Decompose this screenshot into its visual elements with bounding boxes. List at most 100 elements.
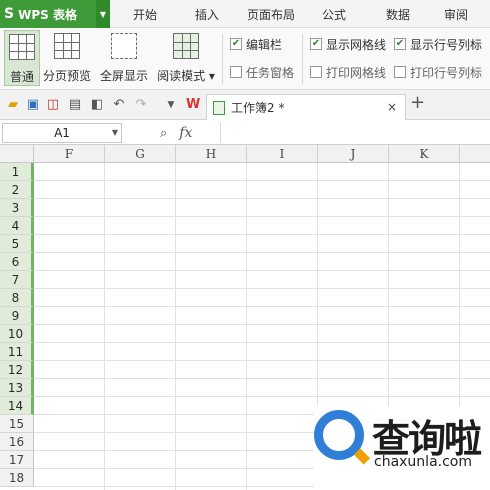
row-header[interactable]: 3 (0, 199, 34, 217)
chevron-down-icon[interactable]: ▼ (112, 124, 118, 142)
row-header[interactable]: 1 (0, 163, 34, 181)
column-header[interactable]: L (460, 145, 490, 163)
full-screen-label: 全屏显示 (99, 69, 148, 83)
document-tab[interactable]: 工作簿2 * × (206, 94, 406, 120)
show-gridlines-checkbox[interactable]: ✔ 显示网格线 (310, 36, 386, 52)
row-header[interactable]: 10 (0, 325, 34, 343)
grid-row-line (34, 252, 490, 253)
show-headings-checkbox[interactable]: ✔ 显示行号列标 (394, 36, 482, 52)
grid-row-line (34, 360, 490, 361)
grid-row-line (34, 288, 490, 289)
grid-column-line (175, 163, 176, 490)
print-preview-icon[interactable]: ◧ (90, 98, 104, 112)
new-tab-icon[interactable]: + (410, 94, 425, 112)
column-header[interactable]: F (34, 145, 105, 163)
tab-formulas[interactable]: 公式 (314, 0, 354, 28)
task-pane-checkbox[interactable]: 任务窗格 (230, 64, 294, 80)
formula-input[interactable] (220, 123, 488, 143)
formula-bar-checkbox[interactable]: ✔ 编辑栏 (230, 36, 282, 52)
name-box[interactable]: A1 ▼ (2, 123, 122, 143)
tab-review[interactable]: 审阅 (436, 0, 476, 28)
checkbox-empty-icon (230, 66, 242, 78)
formula-bar-label: 编辑栏 (246, 37, 283, 52)
tab-insert[interactable]: 插入 (184, 0, 230, 28)
normal-view-button[interactable]: 普通 (4, 30, 40, 86)
grid-row-line (34, 324, 490, 325)
row-header[interactable]: 5 (0, 235, 34, 253)
grid-row-line (34, 180, 490, 181)
export-pdf-icon[interactable]: ◫ (46, 98, 60, 112)
row-header[interactable]: 7 (0, 271, 34, 289)
close-tab-icon[interactable]: × (387, 100, 397, 114)
grid-row-line (34, 396, 490, 397)
reading-mode-icon (173, 33, 199, 59)
wps-home-icon[interactable]: W (186, 98, 200, 112)
grid-row-line (34, 270, 490, 271)
watermark: 查询啦 chaxunla.com (314, 406, 490, 490)
menu-bar: S WPS 表格 ▼ 开始 插入 页面布局 公式 数据 审阅 (0, 0, 490, 28)
row-header[interactable]: 12 (0, 361, 34, 379)
open-folder-icon[interactable]: ▰ (6, 98, 20, 112)
customize-toolbar-icon[interactable]: ▼ (164, 98, 178, 112)
ribbon-divider (222, 34, 223, 84)
row-header[interactable]: 14 (0, 397, 34, 415)
row-header[interactable]: 6 (0, 253, 34, 271)
grid-column-line (104, 163, 105, 490)
name-box-value: A1 (54, 126, 70, 140)
wps-logo-icon: S (4, 6, 15, 22)
row-header[interactable]: 17 (0, 451, 34, 469)
formula-bar: A1 ▼ ⌕ fx (0, 121, 490, 145)
column-header[interactable]: H (176, 145, 247, 163)
tab-page-layout[interactable]: 页面布局 (240, 0, 302, 28)
row-header[interactable]: 9 (0, 307, 34, 325)
spreadsheet-file-icon (213, 100, 225, 115)
row-header[interactable]: 8 (0, 289, 34, 307)
full-screen-button[interactable]: 全屏显示 (98, 30, 150, 86)
grid-row-line (34, 378, 490, 379)
row-header[interactable]: 4 (0, 217, 34, 235)
app-menu-button[interactable]: S WPS 表格 (0, 0, 96, 28)
grid-row-line (34, 216, 490, 217)
checkbox-empty-icon (310, 66, 322, 78)
page-break-preview-label: 分页预览 (42, 69, 91, 83)
reading-mode-button[interactable]: 阅读模式 ▾ (156, 30, 216, 86)
reading-mode-label: 阅读模式 ▾ (157, 69, 215, 83)
column-header[interactable]: I (247, 145, 318, 163)
column-header[interactable]: K (389, 145, 460, 163)
undo-icon[interactable]: ↶ (112, 98, 126, 112)
tab-data[interactable]: 数据 (378, 0, 418, 28)
check-icon: ✔ (394, 38, 406, 50)
grid-row-line (34, 342, 490, 343)
tab-home[interactable]: 开始 (122, 0, 168, 28)
row-header[interactable]: 2 (0, 181, 34, 199)
row-header[interactable]: 11 (0, 343, 34, 361)
print-icon[interactable]: ▤ (68, 98, 82, 112)
checkbox-empty-icon (394, 66, 406, 78)
print-gridlines-checkbox[interactable]: 打印网格线 (310, 64, 386, 80)
page-break-preview-button[interactable]: 分页预览 (42, 30, 92, 86)
row-header[interactable]: 18 (0, 469, 34, 487)
redo-icon[interactable]: ↷ (134, 98, 148, 112)
quick-access-toolbar: ▰ ▣ ◫ ▤ ◧ ↶ ↷ ▼ W 工作簿2 * × + (0, 90, 490, 120)
print-headings-label: 打印行号列标 (410, 65, 483, 80)
select-all-corner[interactable] (0, 145, 34, 163)
ribbon-divider (302, 34, 303, 84)
formula-tools: ⌕ fx (150, 121, 220, 145)
column-header[interactable]: J (318, 145, 389, 163)
app-menu-dropdown-icon[interactable]: ▼ (96, 0, 110, 28)
row-header[interactable]: 16 (0, 433, 34, 451)
task-pane-label: 任务窗格 (246, 65, 295, 80)
column-header[interactable]: G (105, 145, 176, 163)
row-header[interactable]: 13 (0, 379, 34, 397)
normal-view-icon (9, 34, 35, 60)
row-header[interactable]: 15 (0, 415, 34, 433)
print-gridlines-label: 打印网格线 (326, 65, 387, 80)
grid-row-line (34, 198, 490, 199)
document-title: 工作簿2 * (231, 101, 285, 115)
ribbon-view: 普通 分页预览 全屏显示 阅读模式 ▾ ✔ 编辑栏 任务窗格 ✔ 显示网格线 打印网… (0, 28, 490, 90)
save-icon[interactable]: ▣ (26, 98, 40, 112)
zoom-search-icon[interactable]: ⌕ (160, 126, 167, 141)
print-headings-checkbox[interactable]: 打印行号列标 (394, 64, 482, 80)
insert-function-button[interactable]: fx (179, 125, 192, 141)
grid-row-line (34, 234, 490, 235)
